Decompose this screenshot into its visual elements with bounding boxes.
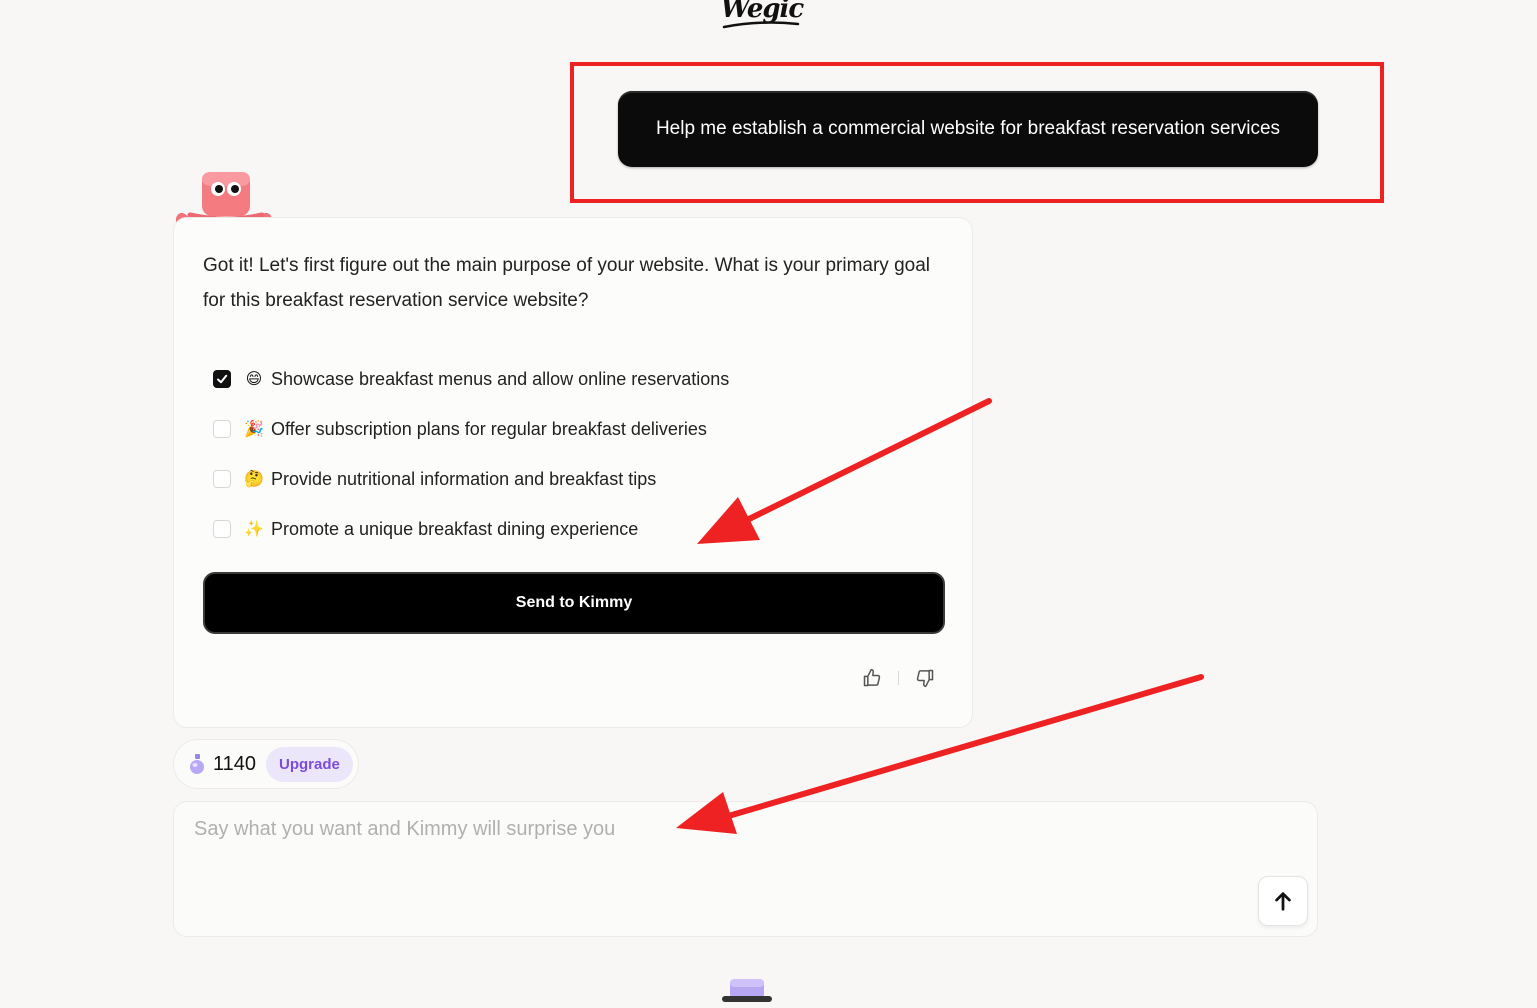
feedback-controls [862,668,935,688]
credits-count: 1140 [213,752,257,775]
option-dining-experience[interactable]: ✨ Promote a unique breakfast dining expe… [213,504,913,554]
upgrade-button[interactable]: Upgrade [266,746,353,782]
option-checkbox[interactable] [213,420,231,438]
feedback-divider [898,671,899,685]
option-nutrition-info[interactable]: 🤔 Provide nutritional information and br… [213,454,913,504]
checkmark-icon [217,374,228,384]
thumbs-down-icon[interactable] [915,668,935,688]
message-composer [173,801,1318,937]
assistant-message-card: Got it! Let's first figure out the main … [173,217,973,728]
option-label: Offer subscription plans for regular bre… [271,418,707,439]
assistant-question: Got it! Let's first figure out the main … [203,255,931,311]
option-showcase-menus[interactable]: 😄 Showcase breakfast menus and allow onl… [213,354,913,404]
sparkles-emoji-icon: ✨ [244,521,264,538]
option-checkbox[interactable] [213,520,231,538]
send-to-kimmy-button[interactable]: Send to Kimmy [203,572,945,634]
user-message-bubble: Help me establish a commercial website f… [618,91,1318,167]
grin-emoji-icon: 😄 [245,371,263,388]
option-label: Promote a unique breakfast dining experi… [271,518,639,539]
logo-underline-icon [722,21,800,29]
party-emoji-icon: 🎉 [244,421,264,438]
option-label: Showcase breakfast menus and allow onlin… [271,368,730,389]
option-subscription-plans[interactable]: 🎉 Offer subscription plans for regular b… [213,404,913,454]
wegic-logo[interactable]: Wegic [720,0,804,34]
user-message-text: Help me establish a commercial website f… [655,118,1281,139]
option-checkbox[interactable] [213,370,231,388]
send-button-label: Send to Kimmy [515,594,633,611]
bottom-mascot-icon [722,979,772,1002]
potion-icon [190,754,204,774]
arrow-up-icon [1275,892,1291,911]
message-input[interactable] [192,816,1236,880]
thinking-emoji-icon: 🤔 [244,471,264,488]
thumbs-up-icon[interactable] [862,668,882,688]
submit-button[interactable] [1258,876,1308,926]
option-checkbox[interactable] [213,470,231,488]
credits-pill: 1140 Upgrade [173,739,359,789]
option-label: Provide nutritional information and brea… [271,468,657,489]
goal-options-list: 😄 Showcase breakfast menus and allow onl… [213,354,913,554]
